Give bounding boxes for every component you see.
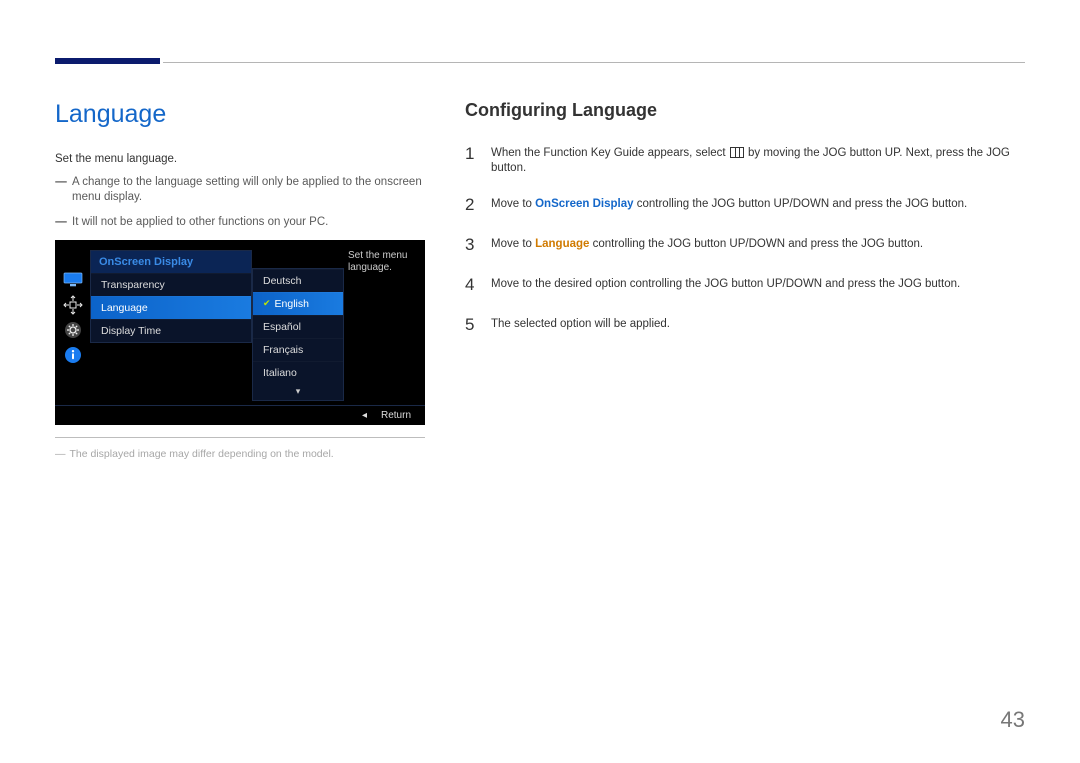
dash-icon: ―: [55, 215, 67, 230]
return-label: Return: [381, 410, 411, 421]
osd-sub-item[interactable]: Deutsch: [253, 269, 343, 292]
step-number: 2: [465, 194, 477, 216]
note-text: A change to the language setting will on…: [72, 175, 425, 205]
step-item: 1 When the Function Key Guide appears, se…: [465, 143, 1025, 176]
separator-rule: [55, 437, 425, 438]
osd-screenshot: OnScreen Display TransparencyLanguageDis…: [55, 240, 425, 425]
step-number: 4: [465, 274, 477, 296]
osd-iconbar: [59, 270, 87, 365]
osd-main-item[interactable]: Display Time: [91, 319, 251, 342]
note-text: It will not be applied to other function…: [72, 215, 328, 230]
chevron-down-icon: ▾: [253, 384, 343, 400]
subsection-title: Configuring Language: [465, 100, 1025, 121]
step-text: The selected option will be applied.: [491, 314, 1025, 336]
osd-sub-item[interactable]: Español: [253, 315, 343, 338]
step-item: 3 Move to Language controlling the JOG bu…: [465, 234, 1025, 256]
header-accent: [55, 58, 160, 64]
osd-main-title: OnScreen Display: [91, 251, 251, 273]
osd-sub-item[interactable]: ✔English: [253, 292, 343, 315]
footnote-text: The displayed image may differ depending…: [70, 448, 334, 460]
menu-icon: [730, 147, 744, 158]
note-item: ― A change to the language setting will …: [55, 175, 425, 205]
footnote: ― The displayed image may differ dependi…: [55, 448, 425, 460]
step-number: 5: [465, 314, 477, 336]
step-item: 5 The selected option will be applied.: [465, 314, 1025, 336]
gear-icon: [61, 320, 85, 340]
osd-sub-panel: Deutsch✔EnglishEspañolFrançaisItaliano ▾: [252, 268, 344, 401]
dash-icon: ―: [55, 448, 66, 460]
monitor-icon: [61, 270, 85, 290]
step-text: When the Function Key Guide appears, sel…: [491, 143, 1025, 176]
nav-cross-icon: [61, 295, 85, 315]
osd-sub-item[interactable]: Français: [253, 338, 343, 361]
step-number: 3: [465, 234, 477, 256]
step-item: 2 Move to OnScreen Display controlling th…: [465, 194, 1025, 216]
step-text: Move to Language controlling the JOG but…: [491, 234, 1025, 256]
osd-sub-item[interactable]: Italiano: [253, 361, 343, 384]
osd-main-panel: OnScreen Display TransparencyLanguageDis…: [90, 250, 252, 343]
section-title: Language: [55, 100, 425, 129]
check-icon: ✔: [263, 298, 271, 309]
note-item: ― It will not be applied to other functi…: [55, 215, 425, 230]
step-number: 1: [465, 143, 477, 176]
step-text: Move to OnScreen Display controlling the…: [491, 194, 1025, 216]
osd-footer: ◂ Return: [55, 405, 425, 425]
osd-description: Set the menu language.: [348, 250, 419, 275]
header-rule: [163, 62, 1025, 63]
step-text: Move to the desired option controlling t…: [491, 274, 1025, 296]
highlight: OnScreen Display: [535, 198, 633, 210]
back-arrow-icon: ◂: [362, 410, 367, 421]
osd-main-item[interactable]: Language: [91, 296, 251, 319]
info-icon: [61, 345, 85, 365]
osd-main-item[interactable]: Transparency: [91, 273, 251, 296]
intro-text: Set the menu language.: [55, 153, 425, 165]
step-item: 4 Move to the desired option controlling …: [465, 274, 1025, 296]
page-number: 43: [1001, 707, 1025, 733]
highlight: Language: [535, 238, 589, 250]
dash-icon: ―: [55, 175, 67, 205]
